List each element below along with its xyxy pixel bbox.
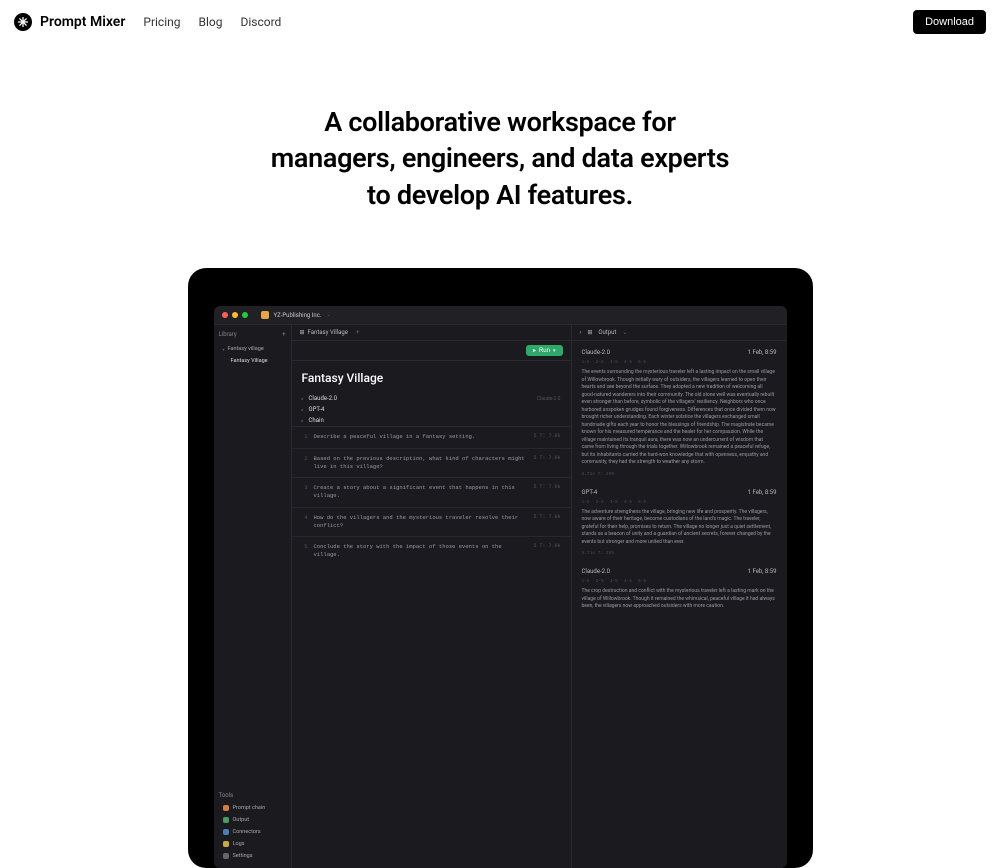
app-window: YZ-Publishing Inc. ⌄ Library + ▾ Fantasy… xyxy=(214,306,787,868)
close-icon[interactable] xyxy=(222,312,228,318)
output-model: GPT-4 xyxy=(582,489,598,496)
chevron-down-icon: ▾ xyxy=(223,347,225,352)
model-row[interactable]: ▸Claude-2.0 Claude-2.0 xyxy=(292,393,571,404)
output-tab-label[interactable]: Output xyxy=(598,329,616,336)
model-row[interactable]: ▸GPT-4 xyxy=(292,404,571,415)
hero-heading: A collaborative workspace for managers, … xyxy=(0,104,1000,213)
chevron-right-icon: ▸ xyxy=(302,396,304,401)
library-item[interactable]: ▾ Fantasy village xyxy=(219,343,286,355)
nav-link-discord[interactable]: Discord xyxy=(240,15,281,29)
tool-output[interactable]: Output xyxy=(219,814,286,826)
prompt-meta: 5 T: 7.9k xyxy=(533,433,560,441)
output-collapse-icon[interactable]: ‹ xyxy=(580,329,582,336)
hero-line-3: to develop AI features. xyxy=(367,179,633,211)
workspace-icon xyxy=(261,311,269,319)
logs-icon xyxy=(223,841,229,847)
output-meta: 1-52-53-54-55-5 xyxy=(582,360,777,365)
output-card: Claude-2.0 1 Feb, 8:59 1-52-53-54-55-5 T… xyxy=(582,349,777,477)
prompt-meta: 5 T: 7.9k xyxy=(533,484,560,501)
output-text: The adventure strengthens the village, b… xyxy=(582,509,777,547)
connectors-icon xyxy=(223,829,229,835)
output-card: Claude-2.0 1 Feb, 8:59 1-52-53-54-55-5 T… xyxy=(582,568,777,611)
output-text: The events surrounding the mysterious tr… xyxy=(582,369,777,467)
chevron-down-icon[interactable]: ▾ xyxy=(553,348,556,354)
chevron-down-icon[interactable]: ⌄ xyxy=(622,329,627,336)
sidebar: Library + ▾ Fantasy village Fantasy Vill… xyxy=(214,325,292,868)
run-label: Run xyxy=(539,348,550,354)
titlebar: YZ-Publishing Inc. ⌄ xyxy=(214,306,787,325)
output-meta: 1-52-53-54-55-5 xyxy=(582,500,777,505)
add-tab-icon[interactable]: + xyxy=(356,329,359,336)
main-panel: ⊞ Fantasy Village + ▸ Run ▾ Fantasy Vill… xyxy=(292,325,572,868)
library-label: Library xyxy=(219,331,237,338)
prompt-row[interactable]: 5Conclude the story with the impact of t… xyxy=(292,536,571,566)
output-tab-icon: ⊞ xyxy=(587,329,592,336)
chevron-right-icon: ▸ xyxy=(302,407,304,412)
output-model: Claude-2.0 xyxy=(582,349,611,356)
tool-settings[interactable]: Settings xyxy=(219,850,286,862)
nav-link-pricing[interactable]: Pricing xyxy=(143,15,180,29)
output-time: 1 Feb, 8:59 xyxy=(748,568,777,575)
prompt-row[interactable]: 4How do the villagers and the mysterious… xyxy=(292,507,571,537)
library-item-label: Fantasy Village xyxy=(231,358,268,364)
tools-label: Tools xyxy=(219,792,286,799)
model-row[interactable]: ▸Chain xyxy=(292,415,571,426)
chevron-down-icon[interactable]: ⌄ xyxy=(326,312,330,318)
prompt-meta: 5 T: 7.9k xyxy=(533,543,560,560)
output-panel: ‹ ⊞ Output ⌄ Claude-2.0 1 Feb, 8:59 1-52… xyxy=(572,325,787,868)
add-library-icon[interactable]: + xyxy=(282,331,285,338)
logo-icon xyxy=(14,13,32,31)
maximize-icon[interactable] xyxy=(242,312,248,318)
download-button[interactable]: Download xyxy=(913,10,986,34)
prompt-row[interactable]: 2Based on the previous description, what… xyxy=(292,448,571,478)
output-icon xyxy=(223,817,229,823)
output-footer: 9.71s T: 399 xyxy=(582,472,777,477)
minimize-icon[interactable] xyxy=(232,312,238,318)
tool-prompt-chain[interactable]: Prompt chain xyxy=(219,802,286,814)
tool-connectors[interactable]: Connectors xyxy=(219,826,286,838)
nav-link-blog[interactable]: Blog xyxy=(199,15,223,29)
play-icon: ▸ xyxy=(533,347,536,354)
page-title: Fantasy Village xyxy=(292,361,571,393)
library-item[interactable]: Fantasy Village xyxy=(219,355,286,367)
app-screenshot-frame: YZ-Publishing Inc. ⌄ Library + ▾ Fantasy… xyxy=(188,268,813,868)
run-button[interactable]: ▸ Run ▾ xyxy=(526,345,563,356)
output-footer: 9.71s T: 399 xyxy=(582,551,777,556)
prompt-chain-icon xyxy=(223,805,229,811)
traffic-lights[interactable] xyxy=(222,312,248,318)
prompt-row[interactable]: 3Create a story about a significant even… xyxy=(292,477,571,507)
hero-line-1: A collaborative workspace for xyxy=(324,106,676,138)
tab-label: Fantasy Village xyxy=(308,329,348,336)
output-time: 1 Feb, 8:59 xyxy=(748,489,777,496)
prompt-row[interactable]: 1Describe a peaceful village in a fantas… xyxy=(292,426,571,447)
workspace-name[interactable]: YZ-Publishing Inc. xyxy=(274,312,322,319)
output-card: GPT-4 1 Feb, 8:59 1-52-53-54-55-5 The ad… xyxy=(582,489,777,557)
output-model: Claude-2.0 xyxy=(582,568,611,575)
output-text: The crop destruction and conflict with t… xyxy=(582,588,777,611)
output-time: 1 Feb, 8:59 xyxy=(748,349,777,356)
prompt-meta: 5 T: 7.9k xyxy=(533,455,560,472)
tool-logs[interactable]: Logs xyxy=(219,838,286,850)
settings-icon xyxy=(223,853,229,859)
output-meta: 1-52-53-54-55-5 xyxy=(582,579,777,584)
chevron-right-icon: ▸ xyxy=(302,418,304,423)
prompt-meta: 5 T: 7.9k xyxy=(533,514,560,531)
library-item-label: Fantasy village xyxy=(228,346,264,352)
tab-fantasy-village[interactable]: ⊞ Fantasy Village xyxy=(300,329,349,336)
hero-line-2: managers, engineers, and data experts xyxy=(271,142,729,174)
brand-name: Prompt Mixer xyxy=(40,14,125,30)
brand[interactable]: Prompt Mixer xyxy=(14,13,125,31)
tab-icon: ⊞ xyxy=(300,329,305,336)
